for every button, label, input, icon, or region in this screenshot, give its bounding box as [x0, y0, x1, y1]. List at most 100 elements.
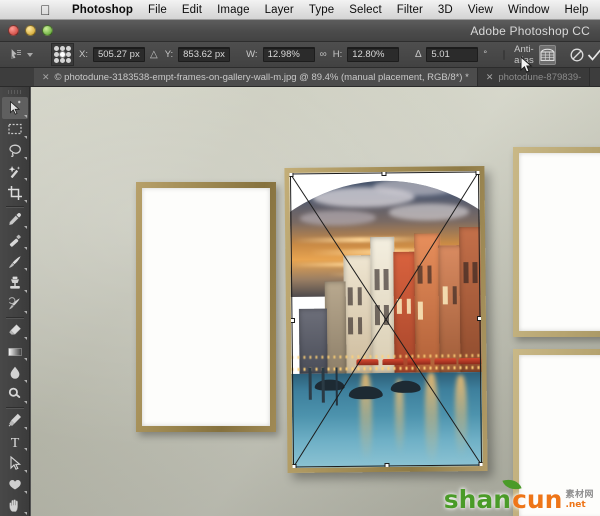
transform-handle-top-left[interactable]	[289, 171, 294, 178]
tool-flyout-triangle-icon[interactable]	[23, 400, 27, 404]
tool-flyout-triangle-icon[interactable]	[23, 178, 27, 182]
move-tool[interactable]	[1, 97, 28, 119]
tool-flyout-triangle-icon[interactable]	[23, 135, 27, 139]
menu-item-filter[interactable]: Filter	[389, 4, 430, 16]
watermark-domain: .net	[565, 499, 586, 510]
ref-point-bc[interactable]	[60, 58, 65, 63]
close-tab-icon[interactable]: ✕	[486, 72, 494, 83]
tools-panel-grip[interactable]	[7, 90, 22, 95]
rotation-angle-input[interactable]: 5.01	[426, 47, 479, 62]
type-tool[interactable]: T	[2, 431, 28, 452]
artwork-frame-center[interactable]	[284, 165, 488, 474]
y-position-input[interactable]: 853.62 px	[178, 47, 231, 62]
spot-healing-brush-tool[interactable]	[2, 230, 28, 251]
transform-handle-bottom-left[interactable]	[291, 463, 297, 468]
tool-flyout-triangle-icon[interactable]	[23, 268, 27, 272]
width-input[interactable]: 12.98%	[262, 47, 315, 62]
zoom-window-button[interactable]	[42, 25, 53, 36]
link-aspect-icon[interactable]: ∞	[318, 49, 328, 60]
ref-point-ml[interactable]	[54, 52, 59, 57]
dodge-tool[interactable]	[2, 384, 28, 405]
height-input[interactable]: 12.80%	[347, 47, 400, 62]
artwork-window	[427, 266, 432, 284]
pen-tool[interactable]	[2, 410, 28, 431]
close-tab-icon[interactable]: ✕	[42, 72, 50, 83]
tool-flyout-triangle-icon[interactable]	[23, 469, 27, 473]
close-window-button[interactable]	[8, 25, 19, 36]
empty-frame-right-top[interactable]	[513, 147, 600, 337]
venice-canal-artwork[interactable]	[289, 171, 482, 468]
transform-handle-top-center[interactable]	[381, 171, 387, 177]
crop-tool[interactable]	[2, 182, 28, 203]
history-brush-tool[interactable]	[2, 294, 28, 315]
menu-item-help[interactable]: Help	[557, 4, 596, 16]
menu-item-image[interactable]: Image	[210, 4, 257, 16]
anti-alias-checkbox[interactable]	[503, 49, 506, 60]
tool-flyout-triangle-icon[interactable]	[23, 358, 27, 362]
document-tab-inactive[interactable]: ✕ photodune-879839-	[477, 68, 591, 86]
rectangular-marquee-tool[interactable]	[2, 119, 28, 140]
tool-flyout-triangle-icon[interactable]	[23, 448, 27, 452]
ref-point-tr[interactable]	[66, 46, 71, 51]
transform-handle-bottom-center[interactable]	[384, 462, 390, 468]
commit-transform-icon[interactable]	[587, 45, 600, 65]
eyedropper-tool[interactable]	[2, 209, 28, 230]
ref-point-tc[interactable]	[60, 46, 65, 51]
tool-flyout-triangle-icon[interactable]	[23, 225, 27, 229]
tool-flyout-triangle-icon[interactable]	[23, 427, 27, 431]
tool-flyout-triangle-icon[interactable]	[23, 114, 27, 118]
angle-unit-label: °	[483, 49, 488, 60]
menu-item-3d[interactable]: 3D	[430, 4, 460, 16]
menu-item-file[interactable]: File	[140, 4, 174, 16]
artwork-gondola	[349, 386, 383, 400]
reference-point-grid[interactable]	[51, 43, 74, 66]
hand-tool[interactable]	[2, 495, 28, 516]
empty-frame-left[interactable]	[136, 182, 276, 432]
tool-preset-chevron-down-icon[interactable]	[27, 52, 33, 57]
ref-point-tl[interactable]	[54, 46, 59, 51]
cancel-transform-icon[interactable]	[570, 45, 584, 65]
menu-item-photoshop[interactable]: Photoshop	[65, 4, 141, 16]
document-tab-active[interactable]: ✕ © photodune-3183538-empt-frames-on-gal…	[34, 68, 478, 86]
eraser-tool[interactable]	[2, 320, 28, 341]
tool-flyout-triangle-icon[interactable]	[23, 512, 27, 516]
transform-handle-middle-right[interactable]	[476, 315, 483, 321]
tool-flyout-triangle-icon[interactable]	[23, 157, 27, 161]
ref-point-mr[interactable]	[66, 52, 71, 57]
transform-handle-top-right[interactable]	[475, 171, 481, 176]
tool-flyout-triangle-icon[interactable]	[23, 289, 27, 293]
tool-flyout-triangle-icon[interactable]	[23, 247, 27, 251]
blur-tool[interactable]	[2, 362, 28, 383]
ref-point-br[interactable]	[66, 58, 71, 63]
transform-handle-bottom-right[interactable]	[478, 461, 483, 468]
path-selection-tool[interactable]	[2, 452, 28, 473]
x-position-input[interactable]: 505.27 px	[92, 47, 145, 62]
tool-flyout-triangle-icon[interactable]	[23, 379, 27, 383]
transform-handle-middle-left[interactable]	[289, 317, 296, 323]
brush-tool[interactable]	[2, 251, 28, 272]
menu-item-layer[interactable]: Layer	[257, 4, 301, 16]
tool-flyout-triangle-icon[interactable]	[23, 199, 27, 203]
document-tab-label: © photodune-3183538-empt-frames-on-galle…	[54, 71, 469, 83]
magic-wand-tool[interactable]	[2, 161, 28, 182]
delta-relative-icon[interactable]: △	[148, 49, 160, 60]
tool-flyout-triangle-icon[interactable]	[23, 310, 27, 314]
ref-point-center[interactable]	[60, 52, 65, 57]
document-canvas[interactable]: shan cun 素材网 .net	[31, 87, 600, 516]
move-tool-preset-icon[interactable]	[9, 46, 23, 64]
ref-point-bl[interactable]	[54, 58, 59, 63]
menu-item-select[interactable]: Select	[342, 4, 390, 16]
tool-flyout-triangle-icon[interactable]	[23, 490, 27, 494]
tool-flyout-triangle-icon[interactable]	[23, 337, 27, 341]
gradient-tool[interactable]	[2, 341, 28, 362]
lasso-tool[interactable]	[2, 140, 28, 161]
minimize-window-button[interactable]	[25, 25, 36, 36]
clone-stamp-tool[interactable]	[2, 272, 28, 293]
menu-item-window[interactable]: Window	[500, 4, 557, 16]
menu-item-type[interactable]: Type	[301, 4, 341, 16]
menu-item-view[interactable]: View	[460, 4, 500, 16]
warp-mode-icon[interactable]	[538, 44, 556, 65]
apple-logo-icon[interactable]: 	[40, 3, 51, 17]
custom-shape-tool[interactable]	[2, 474, 28, 495]
menu-item-edit[interactable]: Edit	[174, 4, 209, 16]
